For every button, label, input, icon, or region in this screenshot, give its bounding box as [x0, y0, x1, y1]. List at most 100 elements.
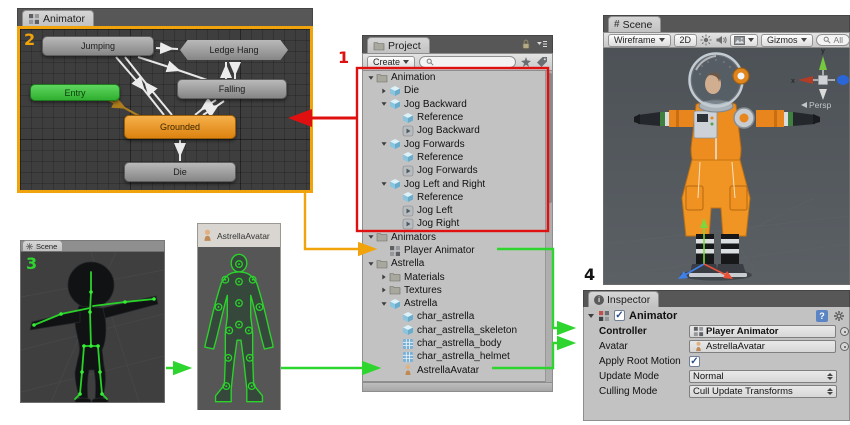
tree-item-label: Jog Right — [417, 218, 459, 229]
tree-item[interactable]: Jog Forwards — [363, 137, 552, 150]
tab-mini-scene[interactable]: Scene — [22, 240, 63, 251]
help-icon[interactable]: ? — [816, 310, 828, 322]
tree-item[interactable]: Astrella — [363, 297, 552, 310]
tab-animator[interactable]: Animator — [22, 10, 94, 26]
avatar-preview-panel: AstrellaAvatar — [197, 223, 281, 410]
culling-mode-dropdown[interactable]: Cull Update Transforms — [689, 385, 837, 398]
clip-icon — [402, 205, 414, 217]
expander-icon[interactable] — [379, 274, 389, 280]
tree-item[interactable]: Materials — [363, 270, 552, 283]
scene-search-input[interactable]: All — [816, 34, 850, 46]
model-icon — [402, 324, 414, 336]
tree-item[interactable]: Jog Backward — [363, 98, 552, 111]
tree-item[interactable]: AstrellaAvatar — [363, 364, 552, 377]
tree-item[interactable]: Animation — [363, 71, 552, 84]
lighting-toggle-icon[interactable] — [700, 34, 712, 46]
apply-root-motion-checkbox[interactable]: ✓ — [689, 356, 700, 367]
state-ledge-hang[interactable]: Ledge Hang — [180, 40, 288, 60]
tree-item-label: Astrella — [404, 298, 437, 309]
tree-item-label: Jog Backward — [404, 99, 467, 110]
state-entry[interactable]: Entry — [30, 84, 120, 101]
dropdown-caret-icon — [801, 38, 807, 42]
tree-item[interactable]: Textures — [363, 284, 552, 297]
controller-object-field[interactable]: Player Animator — [689, 325, 836, 338]
expander-icon[interactable] — [366, 76, 376, 80]
animator-component-header[interactable]: ✓ Animator ? — [584, 307, 849, 324]
tab-inspector[interactable]: i Inspector — [588, 291, 659, 307]
tree-item[interactable]: Jog Left — [363, 204, 552, 217]
draw-mode-dropdown[interactable]: Wireframe — [608, 34, 671, 47]
gear-icon[interactable] — [833, 310, 845, 322]
avatar-row: Avatar AstrellaAvatar — [584, 339, 849, 354]
component-enabled-checkbox[interactable]: ✓ — [614, 310, 625, 321]
window-menu-icon[interactable] — [536, 38, 548, 50]
tree-item[interactable]: Die — [363, 84, 552, 97]
project-search-input[interactable] — [419, 56, 516, 68]
scrollbar-thumb[interactable] — [547, 73, 552, 203]
tree-item[interactable]: Astrella — [363, 257, 552, 270]
persp-label[interactable]: Persp — [801, 100, 831, 110]
avatar-icon — [693, 341, 704, 352]
update-mode-dropdown[interactable]: Normal — [689, 370, 837, 383]
expander-icon[interactable] — [379, 88, 389, 94]
mini-scene-viewport[interactable] — [20, 251, 165, 403]
search-icon — [426, 58, 434, 66]
state-jumping[interactable]: Jumping — [42, 36, 154, 56]
tree-item[interactable]: Reference — [363, 191, 552, 204]
expander-icon[interactable] — [379, 182, 389, 186]
expander-icon[interactable] — [379, 102, 389, 106]
tree-item[interactable]: Jog Forwards — [363, 164, 552, 177]
tree-item[interactable]: char_astrella — [363, 310, 552, 323]
expander-icon[interactable] — [366, 262, 376, 266]
tree-item[interactable]: Jog Backward — [363, 124, 552, 137]
tree-item[interactable]: char_astrella_helmet — [363, 350, 552, 363]
expander-icon[interactable] — [379, 142, 389, 146]
project-scrollbar[interactable] — [545, 71, 552, 382]
astronaut-character: x y z Persp — [604, 48, 849, 283]
state-die[interactable]: Die — [124, 162, 236, 182]
expander-icon[interactable] — [379, 287, 389, 293]
tree-item[interactable]: char_astrella_skeleton — [363, 324, 552, 337]
mini-scene-tab-label: Scene — [36, 242, 57, 251]
tree-item[interactable]: Jog Left and Right — [363, 177, 552, 190]
animator-tabstrip: Animator — [17, 8, 313, 26]
scene-viewport[interactable]: x y z Persp — [603, 48, 850, 285]
tree-item[interactable]: Jog Right — [363, 217, 552, 230]
tree-item-label: Reference — [417, 192, 463, 203]
expander-icon[interactable] — [366, 235, 376, 239]
tab-project[interactable]: Project — [367, 37, 430, 53]
tree-item[interactable]: Player Animator — [363, 244, 552, 257]
state-grounded[interactable]: Grounded — [124, 115, 236, 139]
popup-stepper-icon — [827, 388, 833, 395]
model-icon — [402, 112, 414, 124]
foldout-icon[interactable] — [588, 314, 594, 318]
tree-item[interactable]: Animators — [363, 231, 552, 244]
tree-item[interactable]: Reference — [363, 111, 552, 124]
label-tag-icon[interactable] — [536, 56, 548, 68]
tree-item-label: Reference — [417, 152, 463, 163]
tree-item-label: char_astrella — [417, 311, 474, 322]
audio-toggle-icon[interactable] — [715, 34, 727, 46]
gizmos-dropdown[interactable]: Gizmos — [761, 34, 813, 47]
step-label-3: 3 — [26, 254, 37, 273]
tree-item[interactable]: Reference — [363, 151, 552, 164]
effects-dropdown[interactable] — [730, 34, 758, 47]
tree-item-label: AstrellaAvatar — [417, 365, 479, 376]
expander-icon[interactable] — [379, 302, 389, 306]
object-picker[interactable] — [840, 342, 849, 351]
animator-state-graph[interactable]: Jumping Ledge Hang Falling Entry Grounde… — [17, 26, 313, 193]
lock-icon[interactable] — [520, 38, 532, 50]
tab-scene[interactable]: # Scene — [608, 16, 661, 32]
object-picker[interactable] — [840, 327, 849, 336]
tree-item[interactable]: char_astrella_body — [363, 337, 552, 350]
state-falling[interactable]: Falling — [177, 79, 287, 99]
inspector-tab-label: Inspector — [607, 294, 650, 306]
tree-item-label: char_astrella_helmet — [417, 351, 510, 362]
favorites-filter-icon[interactable] — [520, 56, 532, 68]
avatar-mapping-view[interactable] — [198, 247, 280, 410]
mesh-icon — [402, 338, 414, 350]
culling-mode-label: Culling Mode — [599, 386, 689, 397]
toggle-2d-button[interactable]: 2D — [674, 34, 698, 47]
avatar-object-field[interactable]: AstrellaAvatar — [689, 340, 836, 353]
create-button[interactable]: Create — [367, 56, 415, 69]
